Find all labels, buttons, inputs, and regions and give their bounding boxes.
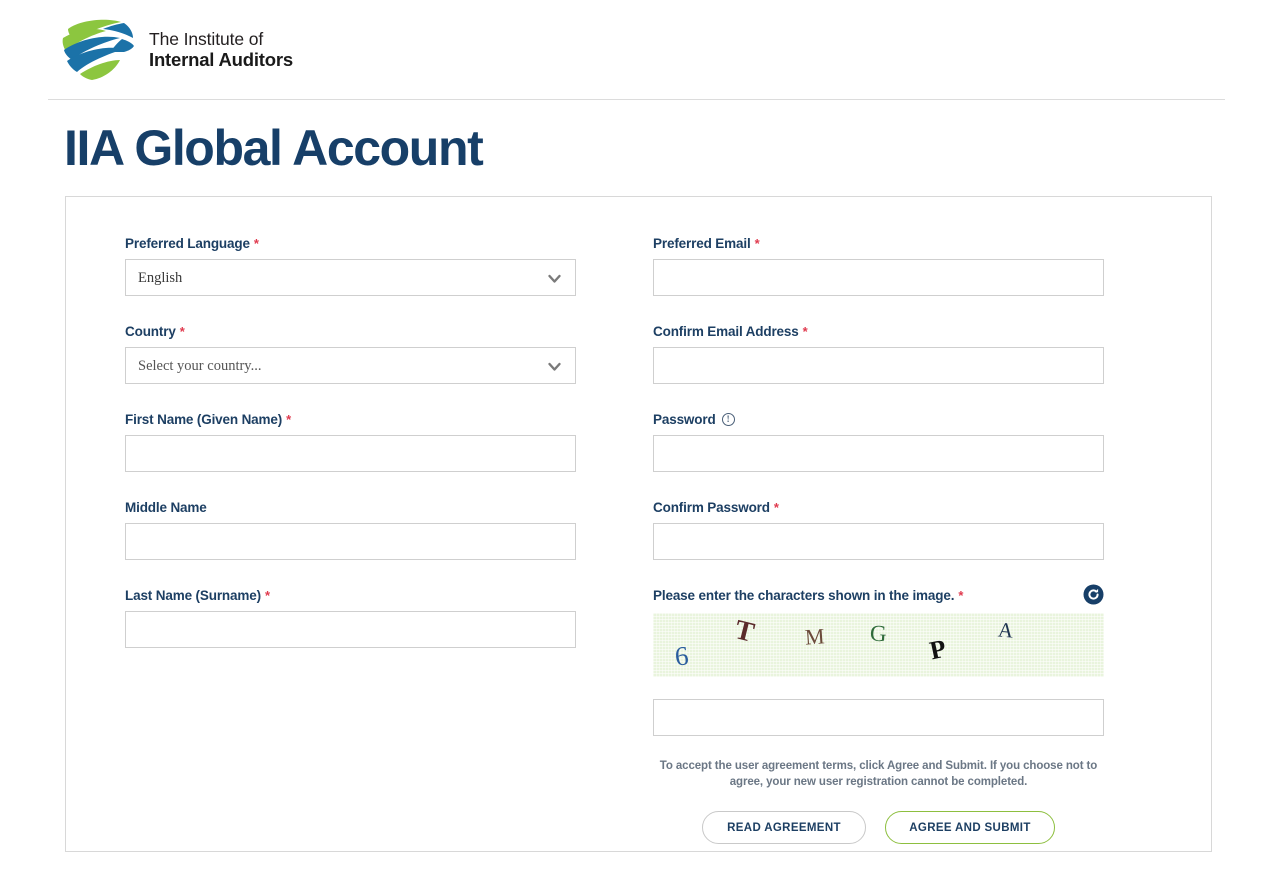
label-text: Confirm Email Address xyxy=(653,324,799,339)
captcha-image: 6 T M G P A xyxy=(653,613,1104,677)
middle-name-input[interactable] xyxy=(125,523,576,560)
registration-form-card: Preferred Language * English Country * S… xyxy=(65,196,1212,852)
field-preferred-language: Preferred Language * English xyxy=(125,235,577,296)
form-right-column: Preferred Email * Confirm Email Address … xyxy=(653,235,1105,844)
confirm-password-input[interactable] xyxy=(653,523,1104,560)
label-text: Password xyxy=(653,412,716,427)
preferred-language-value: English xyxy=(138,270,183,286)
iia-globe-logo-icon xyxy=(62,19,134,80)
captcha-char-3: G xyxy=(869,620,888,647)
field-confirm-password: Confirm Password * xyxy=(653,499,1105,560)
logo-wordmark: The Institute of Internal Auditors xyxy=(149,29,293,71)
field-confirm-email: Confirm Email Address * xyxy=(653,323,1105,384)
field-password: Password ! xyxy=(653,411,1105,472)
field-middle-name: Middle Name xyxy=(125,499,577,560)
label-captcha: Please enter the characters shown in the… xyxy=(653,587,963,604)
required-asterisk: * xyxy=(253,236,259,251)
label-text: Confirm Password xyxy=(653,500,770,515)
password-input[interactable] xyxy=(653,435,1104,472)
country-value: Select your country... xyxy=(138,358,262,374)
page-title: IIA Global Account xyxy=(64,120,484,176)
preferred-email-input[interactable] xyxy=(653,259,1104,296)
header-divider xyxy=(48,99,1225,100)
first-name-input[interactable] xyxy=(125,435,576,472)
field-country: Country * Select your country... xyxy=(125,323,577,384)
label-first-name: First Name (Given Name) * xyxy=(125,411,577,428)
captcha-char-5: A xyxy=(997,617,1015,643)
required-asterisk: * xyxy=(754,236,760,251)
preferred-language-select[interactable]: English xyxy=(125,259,576,296)
required-asterisk: * xyxy=(802,324,808,339)
required-asterisk: * xyxy=(773,500,779,515)
captcha-char-2: M xyxy=(804,623,826,650)
captcha-section: Please enter the characters shown in the… xyxy=(653,584,1105,736)
refresh-captcha-icon[interactable] xyxy=(1083,584,1104,605)
form-actions: READ AGREEMENT AGREE AND SUBMIT xyxy=(653,811,1104,844)
label-text: Country xyxy=(125,324,176,339)
label-text: Please enter the characters shown in the… xyxy=(653,588,955,603)
form-left-column: Preferred Language * English Country * S… xyxy=(125,235,577,675)
captcha-header: Please enter the characters shown in the… xyxy=(653,584,1104,605)
label-text: Last Name (Surname) xyxy=(125,588,261,603)
label-text: First Name (Given Name) xyxy=(125,412,283,427)
required-asterisk: * xyxy=(264,588,270,603)
country-select[interactable]: Select your country... xyxy=(125,347,576,384)
confirm-email-input[interactable] xyxy=(653,347,1104,384)
label-confirm-password: Confirm Password * xyxy=(653,499,1105,516)
label-text: Preferred Language xyxy=(125,236,250,251)
agree-and-submit-button[interactable]: AGREE AND SUBMIT xyxy=(885,811,1055,844)
label-password: Password ! xyxy=(653,411,1105,428)
label-country: Country * xyxy=(125,323,577,340)
read-agreement-button[interactable]: READ AGREEMENT xyxy=(702,811,866,844)
label-preferred-email: Preferred Email * xyxy=(653,235,1105,252)
chevron-down-icon xyxy=(547,271,562,286)
logo-line-2: Internal Auditors xyxy=(149,49,293,71)
iia-logo[interactable]: The Institute of Internal Auditors xyxy=(58,16,293,84)
required-asterisk: * xyxy=(179,324,185,339)
info-circle-icon[interactable]: ! xyxy=(721,413,735,426)
label-text: Preferred Email xyxy=(653,236,751,251)
captcha-input[interactable] xyxy=(653,699,1104,736)
field-first-name: First Name (Given Name) * xyxy=(125,411,577,472)
label-text: Middle Name xyxy=(125,500,207,515)
agreement-text: To accept the user agreement terms, clic… xyxy=(659,760,1098,788)
last-name-input[interactable] xyxy=(125,611,576,648)
field-last-name: Last Name (Surname) * xyxy=(125,587,577,648)
captcha-char-4: P xyxy=(927,633,949,666)
required-asterisk: * xyxy=(286,412,292,427)
required-asterisk: * xyxy=(958,588,964,603)
field-preferred-email: Preferred Email * xyxy=(653,235,1105,296)
label-last-name: Last Name (Surname) * xyxy=(125,587,577,604)
label-confirm-email: Confirm Email Address * xyxy=(653,323,1105,340)
site-header: The Institute of Internal Auditors xyxy=(0,0,1285,100)
registration-page: The Institute of Internal Auditors IIA G… xyxy=(0,0,1285,870)
captcha-char-0: 6 xyxy=(673,640,690,672)
chevron-down-icon xyxy=(547,359,562,374)
captcha-char-1: T xyxy=(731,614,758,649)
logo-line-1: The Institute of xyxy=(149,28,264,49)
label-middle-name: Middle Name xyxy=(125,499,577,516)
label-preferred-language: Preferred Language * xyxy=(125,235,577,252)
